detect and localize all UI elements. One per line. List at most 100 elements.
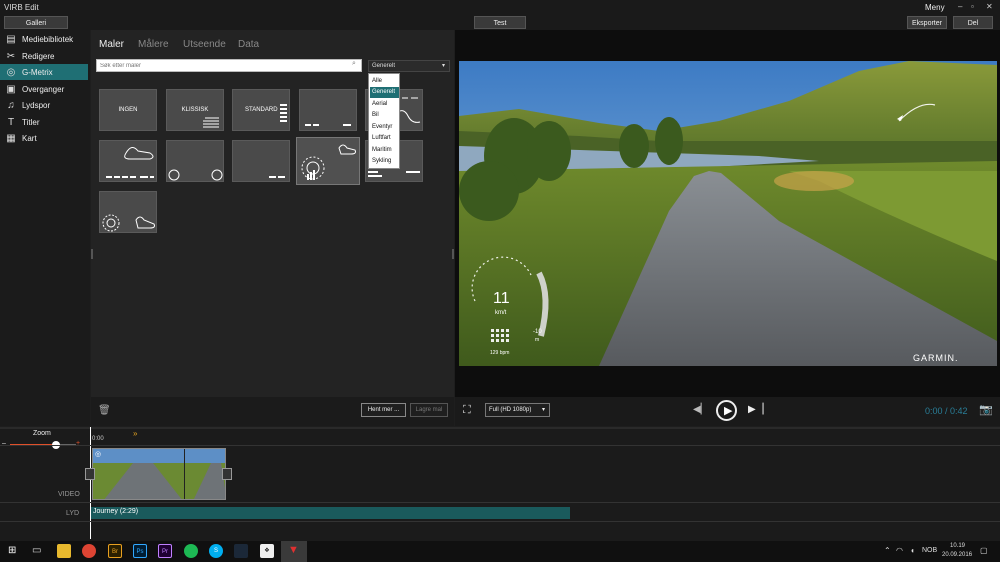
tab-gauges[interactable]: Målere [138, 39, 169, 50]
tab-templates[interactable]: Maler [99, 39, 124, 50]
chrome-icon[interactable] [82, 544, 96, 558]
template-tile-4[interactable] [299, 89, 357, 131]
quality-value: Full (HD 1080p) [489, 407, 532, 413]
level-bars-icon [280, 104, 287, 122]
template-tile-classic[interactable]: KLISSISK [166, 89, 224, 131]
gallery-button[interactable]: Galleri [4, 16, 68, 29]
clock-date[interactable]: 20.09.2016 [942, 552, 972, 558]
bars-icon [269, 176, 285, 178]
save-template-button[interactable]: Lagre mal [410, 403, 448, 417]
gmetrix-badge-icon: ◎ [95, 451, 102, 458]
sidebar-item-gmetrix[interactable]: ◎ G-Metrix [0, 64, 88, 80]
title-icon: T [7, 116, 15, 128]
maximize-icon[interactable]: ▫ [971, 2, 974, 11]
timeline-splitter[interactable] [0, 427, 1000, 429]
video-track-label: VIDEO [58, 491, 80, 498]
video-frame [459, 61, 997, 366]
windows-start-icon[interactable]: ⊞ [8, 545, 16, 556]
app-icon[interactable]: ❖ [260, 544, 274, 558]
fast-forward-icon[interactable]: » [133, 429, 137, 438]
category-option-maritime[interactable]: Maritim [370, 145, 399, 156]
project-name-button[interactable]: Test [474, 16, 526, 29]
play-button[interactable]: ▶ [716, 400, 737, 421]
template-tile-none[interactable]: INGEN [99, 89, 157, 131]
template-tile-7[interactable] [166, 140, 224, 182]
spotify-icon[interactable] [184, 544, 198, 558]
clip-thumbnails [93, 449, 225, 499]
scissors-icon: ✂ [6, 50, 16, 62]
template-tile-6[interactable] [99, 140, 157, 182]
category-dropdown[interactable]: Generelt ▾ [368, 60, 450, 72]
quality-dropdown[interactable]: Full (HD 1080p) ▾ [485, 403, 550, 417]
category-option-all[interactable]: Alle [370, 76, 399, 87]
sidebar-item-edit[interactable]: ✂ Redigere [0, 48, 88, 64]
dial-route-icon [102, 214, 155, 232]
file-explorer-icon[interactable] [57, 544, 71, 558]
video-preview[interactable]: 11 km/t -10 m 129 bpm GARMIN. [459, 61, 997, 366]
map-icon: ▦ [6, 132, 16, 144]
template-tile-label: KLISSISK [181, 107, 209, 113]
zoom-label: Zoom [33, 430, 51, 437]
virb-taskbar-button[interactable]: ▼ [281, 541, 307, 562]
sidebar-item-titles[interactable]: T Titler [0, 114, 88, 130]
bridge-icon[interactable]: Br [108, 544, 122, 558]
audio-clip-label: Journey (2:29) [93, 508, 139, 515]
template-search-input[interactable] [96, 59, 362, 72]
template-tile-8[interactable] [232, 140, 290, 182]
template-tile-standard[interactable]: STANDARD [232, 89, 290, 131]
task-view-icon[interactable]: ▭ [32, 545, 41, 556]
playhead[interactable] [90, 427, 91, 539]
tray-chevron-icon[interactable]: ⌃ [884, 546, 891, 555]
sidebar-item-label: Titler [22, 117, 40, 127]
chevron-down-icon: ▾ [541, 407, 545, 413]
taskbar: ⊞ ▭ Br Ps Pr S ❖ ▼ ⌃ ◠ ◖ NOB 10.19 20.09… [0, 541, 1000, 562]
minimize-icon[interactable]: – [958, 2, 962, 11]
photoshop-icon[interactable]: Ps [133, 544, 147, 558]
skype-icon[interactable]: S [209, 544, 223, 558]
volume-icon[interactable]: ◖ [910, 546, 915, 555]
step-back-icon[interactable]: ◀▏ [693, 404, 708, 415]
panel-resize-handle-right[interactable] [452, 249, 454, 259]
stacked-bars-icon [368, 171, 420, 177]
trash-icon[interactable]: 🗑 [98, 405, 111, 416]
category-option-general[interactable]: Generelt [370, 87, 399, 98]
sidebar-item-audio[interactable]: ♫ Lydspor [0, 97, 88, 113]
close-icon[interactable]: ✕ [986, 2, 993, 11]
clock-time[interactable]: 10.19 [950, 543, 965, 549]
sidebar-item-map[interactable]: ▦ Kart [0, 130, 88, 146]
category-option-aerial[interactable]: Aerial [370, 99, 399, 110]
video-clip[interactable]: ◎ [92, 448, 226, 500]
sidebar-item-media-library[interactable]: ▤ Mediebibliotek [0, 31, 88, 47]
camera-icon[interactable]: 📷 [979, 403, 993, 416]
load-more-button[interactable]: Hent mer ... [361, 403, 406, 417]
gallery-label: Galleri [25, 20, 47, 27]
language-indicator[interactable]: NOB [922, 547, 937, 554]
step-forward-icon[interactable]: ▶▕ [748, 404, 763, 415]
panel-resize-handle[interactable] [91, 249, 93, 259]
tab-appearance[interactable]: Utseende [183, 39, 226, 50]
category-option-car[interactable]: Bil [370, 110, 399, 121]
menu-button[interactable]: Meny [925, 3, 945, 12]
audio-clip[interactable]: Journey (2:29) [91, 507, 570, 519]
tab-data[interactable]: Data [238, 39, 259, 50]
category-option-adventure[interactable]: Eventyr [370, 122, 399, 133]
category-option-aviation[interactable]: Luftfart [370, 133, 399, 144]
sidebar-item-label: Lydspor [22, 100, 51, 110]
notifications-icon[interactable]: ▢ [980, 546, 988, 555]
sidebar-item-label: Kart [22, 133, 37, 143]
search-icon[interactable]: ⌕ [352, 60, 356, 68]
category-option-cycling[interactable]: Sykling [370, 156, 399, 167]
sidebar-item-label: Overganger [22, 84, 65, 94]
template-tile-12[interactable] [99, 191, 157, 233]
fullscreen-icon[interactable]: ⛶ [463, 404, 471, 417]
template-tile-selected[interactable] [296, 137, 360, 185]
sidebar-item-transitions[interactable]: ▣ Overganger [0, 81, 88, 97]
transition-handle-left[interactable] [85, 468, 95, 480]
network-icon[interactable]: ◠ [896, 546, 903, 555]
transition-handle-right[interactable] [222, 468, 232, 480]
audio-track-label: LYD [66, 510, 80, 517]
share-button[interactable]: Del [953, 16, 993, 29]
export-button[interactable]: Eksporter [907, 16, 947, 29]
steam-icon[interactable] [234, 544, 248, 558]
premiere-icon[interactable]: Pr [158, 544, 172, 558]
